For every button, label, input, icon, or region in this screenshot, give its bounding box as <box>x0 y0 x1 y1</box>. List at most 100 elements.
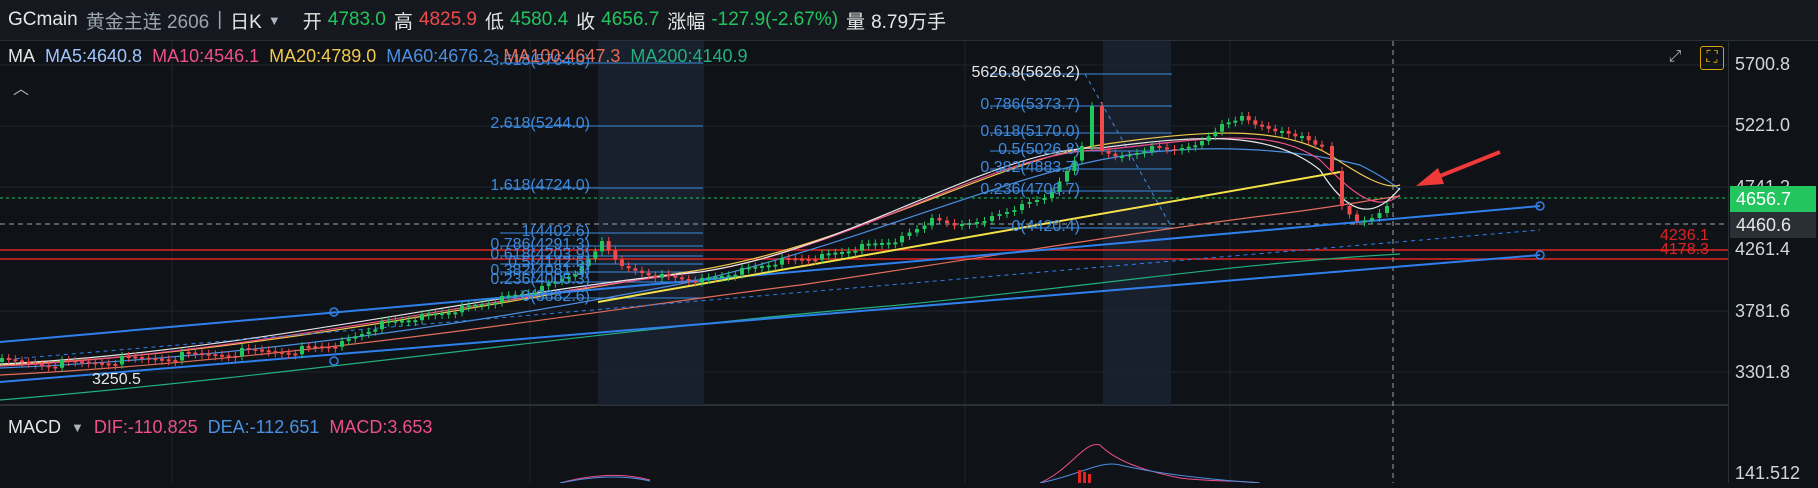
candle[interactable] <box>720 276 724 278</box>
candle[interactable] <box>333 346 338 349</box>
candle[interactable] <box>126 356 131 358</box>
candle[interactable] <box>513 294 518 297</box>
candle[interactable] <box>786 258 791 260</box>
candle[interactable] <box>46 365 51 368</box>
candle[interactable] <box>1127 154 1132 157</box>
candle[interactable] <box>433 313 438 316</box>
trendline-anchor[interactable] <box>329 356 339 366</box>
candle[interactable] <box>193 352 198 355</box>
candle[interactable] <box>306 346 311 348</box>
candle[interactable] <box>40 364 44 367</box>
candle[interactable] <box>340 341 344 347</box>
candle[interactable] <box>146 357 151 360</box>
candle[interactable] <box>226 355 231 358</box>
candle[interactable] <box>273 351 278 354</box>
candle[interactable] <box>866 243 871 246</box>
candle[interactable] <box>952 223 957 226</box>
candle[interactable] <box>426 313 431 316</box>
candle[interactable] <box>873 243 878 246</box>
candle[interactable] <box>1157 146 1162 148</box>
candle[interactable] <box>253 348 258 351</box>
candle[interactable] <box>1106 151 1111 154</box>
candle[interactable] <box>466 305 471 308</box>
candle[interactable] <box>1300 136 1304 138</box>
candle[interactable] <box>453 312 458 315</box>
candle[interactable] <box>1027 202 1032 204</box>
candle[interactable] <box>626 266 631 269</box>
yellow-trendline[interactable] <box>597 171 1341 303</box>
candle[interactable] <box>1280 131 1284 133</box>
candle[interactable] <box>293 353 298 356</box>
candle[interactable] <box>6 358 11 360</box>
candle[interactable] <box>386 320 391 323</box>
candle[interactable] <box>753 266 758 269</box>
candle[interactable] <box>0 358 4 362</box>
candle[interactable] <box>1306 136 1311 141</box>
candle[interactable] <box>600 241 604 252</box>
candle[interactable] <box>486 303 491 306</box>
candle[interactable] <box>113 363 118 366</box>
candle[interactable] <box>806 259 811 261</box>
candle[interactable] <box>326 346 331 349</box>
candle[interactable] <box>313 346 318 349</box>
ma-legend-title[interactable]: MA <box>8 46 35 67</box>
candle[interactable] <box>1165 147 1169 150</box>
candle[interactable] <box>320 346 324 349</box>
candle[interactable] <box>166 359 171 362</box>
candle[interactable] <box>833 252 838 255</box>
candle[interactable] <box>1193 145 1198 148</box>
candle[interactable] <box>1150 146 1154 152</box>
candle[interactable] <box>93 362 98 365</box>
candle[interactable] <box>266 350 271 353</box>
candle[interactable] <box>1120 156 1124 158</box>
candle[interactable] <box>1293 133 1298 137</box>
candle[interactable] <box>80 361 84 364</box>
candle[interactable] <box>33 362 38 365</box>
candle[interactable] <box>1253 120 1258 125</box>
candle[interactable] <box>593 251 598 259</box>
candle[interactable] <box>220 354 224 357</box>
candle[interactable] <box>826 253 831 256</box>
candle[interactable] <box>1005 212 1009 214</box>
candle[interactable] <box>1355 214 1359 222</box>
candle[interactable] <box>893 242 898 245</box>
candle[interactable] <box>653 275 658 278</box>
candle[interactable] <box>900 236 904 243</box>
candle[interactable] <box>740 268 744 275</box>
candle[interactable] <box>100 362 104 365</box>
candle[interactable] <box>1273 128 1278 132</box>
symbol-code[interactable]: GCmain <box>8 9 78 31</box>
candle[interactable] <box>606 241 611 251</box>
period-selector[interactable]: 日K <box>230 7 262 34</box>
candle[interactable] <box>446 312 451 315</box>
candle[interactable] <box>666 274 671 276</box>
candle[interactable] <box>106 363 111 366</box>
candle[interactable] <box>840 252 844 254</box>
candle[interactable] <box>26 361 31 364</box>
candle[interactable] <box>846 251 851 254</box>
candle[interactable] <box>73 360 78 363</box>
candle[interactable] <box>373 329 378 332</box>
candle[interactable] <box>460 306 464 313</box>
candle[interactable] <box>733 274 738 277</box>
candle[interactable] <box>86 361 91 364</box>
candle[interactable] <box>1385 206 1389 213</box>
candle[interactable] <box>1135 153 1139 155</box>
candle[interactable] <box>1330 146 1334 171</box>
candle[interactable] <box>1180 148 1184 151</box>
candle[interactable] <box>1347 206 1352 215</box>
candle[interactable] <box>66 360 71 362</box>
candle[interactable] <box>1226 122 1231 125</box>
candle[interactable] <box>186 352 191 354</box>
candle[interactable] <box>480 304 484 306</box>
candle[interactable] <box>1377 213 1382 218</box>
candle[interactable] <box>1246 116 1251 121</box>
candle[interactable] <box>1320 144 1324 147</box>
candle[interactable] <box>937 218 942 221</box>
candle[interactable] <box>1200 141 1204 146</box>
candle[interactable] <box>500 296 504 303</box>
candle[interactable] <box>360 334 364 337</box>
candle[interactable] <box>346 338 351 341</box>
candle[interactable] <box>673 275 678 278</box>
candle[interactable] <box>473 304 478 307</box>
